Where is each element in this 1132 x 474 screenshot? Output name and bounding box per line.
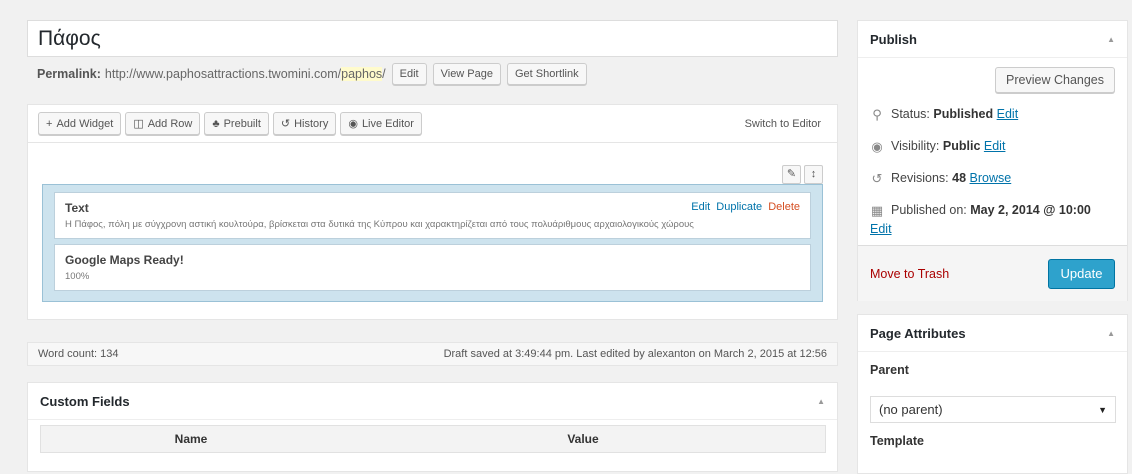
row-tools: ✎ ↕	[782, 165, 823, 184]
pin-icon: ⚲	[872, 107, 882, 122]
history-button[interactable]: ↺ History	[272, 112, 337, 135]
widget-actions: Edit Duplicate Delete	[688, 201, 800, 213]
status-edit-link[interactable]: Edit	[997, 107, 1019, 121]
page-attributes-title: Page Attributes	[870, 325, 966, 341]
widget-text[interactable]: Text Η Πάφος, πόλη με σύγχρονη αστική κο…	[54, 192, 811, 239]
custom-fields-table-header: Name Value	[40, 425, 826, 453]
visibility-edit-link[interactable]: Edit	[984, 139, 1006, 153]
calendar-icon: ▦	[870, 203, 884, 218]
widget-google-maps[interactable]: Google Maps Ready! 100%	[54, 244, 811, 291]
column-header-value: Value	[567, 432, 599, 446]
revisions-value: 48	[952, 171, 967, 185]
custom-fields-title: Custom Fields	[40, 393, 130, 409]
status-line: ⚲ Status: Published Edit	[870, 107, 1018, 123]
eye-icon: ◉	[348, 117, 358, 130]
prebuilt-button[interactable]: ♣ Prebuilt	[204, 112, 269, 135]
widget-duplicate-link[interactable]: Duplicate	[716, 201, 762, 213]
permalink-slug: paphos	[341, 67, 383, 81]
collapse-arrow-icon[interactable]: ▲	[1107, 35, 1115, 44]
page-builder-panel: + Add Widget ◫ Add Row ♣ Prebuilt ↺ History …	[27, 104, 838, 320]
revisions-icon: ↺	[871, 171, 883, 186]
update-button[interactable]: Update	[1048, 258, 1115, 289]
parent-select[interactable]: (no parent) ▼	[870, 396, 1116, 423]
status-value: Published	[933, 107, 994, 121]
status-label: Status:	[891, 107, 930, 121]
page-attributes-header[interactable]: Page Attributes ▲	[858, 315, 1127, 352]
published-edit-link[interactable]: Edit	[870, 222, 892, 236]
permalink-edit-button[interactable]: Edit	[391, 63, 427, 85]
prebuilt-icon: ♣	[212, 117, 220, 130]
column-header-name: Name	[174, 432, 208, 446]
post-title-input[interactable]: Πάφος	[27, 20, 838, 57]
history-icon: ↺	[280, 117, 291, 130]
published-on-line: ▦ Published on: May 2, 2014 @ 10:00	[870, 203, 1110, 219]
published-value: May 2, 2014 @ 10:00	[970, 203, 1091, 217]
editor-status-bar: Word count: 134 Draft saved at 3:49:44 p…	[27, 342, 838, 366]
add-row-button[interactable]: ◫ Add Row	[125, 112, 201, 135]
custom-fields-header[interactable]: Custom Fields ▲	[28, 383, 837, 420]
page-builder-toolbar: + Add Widget ◫ Add Row ♣ Prebuilt ↺ History …	[28, 105, 837, 143]
move-icon[interactable]: ↕	[804, 165, 823, 184]
add-widget-button[interactable]: + Add Widget	[38, 112, 122, 135]
collapse-arrow-icon[interactable]: ▲	[817, 397, 825, 406]
widget-delete-link[interactable]: Delete	[768, 201, 800, 213]
widget-description: Η Πάφος, πόλη με σύγχρονη αστική κουλτού…	[65, 219, 694, 230]
permalink-url[interactable]: http://www.paphosattractions.twomini.com…	[105, 67, 386, 81]
template-label: Template	[870, 434, 924, 448]
switch-to-editor-link[interactable]: Switch to Editor	[745, 118, 821, 130]
plus-icon: +	[46, 117, 53, 130]
visibility-line: ◉ Visibility: Public Edit	[870, 139, 1005, 155]
publish-box: Publish ▲ Preview Changes ⚲ Status: Publ…	[857, 20, 1128, 301]
wrench-icon[interactable]: ✎	[782, 165, 801, 184]
parent-label: Parent	[870, 363, 909, 377]
caret-down-icon: ▼	[1098, 404, 1107, 415]
word-count: Word count: 134	[38, 348, 119, 360]
browse-revisions-link[interactable]: Browse	[970, 171, 1012, 185]
publish-footer: Move to Trash Update	[858, 245, 1127, 301]
builder-row: Text Η Πάφος, πόλη με σύγχρονη αστική κο…	[42, 184, 823, 302]
permalink-row: Permalink: http://www.paphosattractions.…	[37, 62, 837, 86]
visibility-value: Public	[942, 139, 981, 153]
get-shortlink-button[interactable]: Get Shortlink	[507, 63, 587, 85]
live-editor-button[interactable]: ◉ Live Editor	[340, 112, 422, 135]
permalink-label: Permalink:	[37, 67, 101, 81]
custom-fields-box: Custom Fields ▲ Name Value	[27, 382, 838, 472]
publish-title: Publish	[870, 31, 917, 47]
widget-title: Google Maps Ready!	[65, 253, 184, 267]
collapse-arrow-icon[interactable]: ▲	[1107, 329, 1115, 338]
parent-select-value: (no parent)	[879, 402, 943, 417]
preview-changes-button[interactable]: Preview Changes	[995, 67, 1115, 93]
widget-description: 100%	[65, 271, 90, 282]
page-attributes-box: Page Attributes ▲ Parent (no parent) ▼ T…	[857, 314, 1128, 474]
visibility-label: Visibility:	[891, 139, 940, 153]
widget-edit-link[interactable]: Edit	[691, 201, 710, 213]
view-page-button[interactable]: View Page	[432, 63, 501, 85]
move-to-trash-link[interactable]: Move to Trash	[870, 267, 949, 281]
publish-header[interactable]: Publish ▲	[858, 21, 1127, 58]
revisions-line: ↺ Revisions: 48 Browse	[870, 171, 1012, 187]
draft-saved-info: Draft saved at 3:49:44 pm. Last edited b…	[443, 348, 827, 360]
published-label: Published on:	[891, 203, 967, 217]
eye-icon: ◉	[871, 139, 883, 154]
revisions-label: Revisions:	[891, 171, 949, 185]
columns-icon: ◫	[133, 117, 144, 130]
